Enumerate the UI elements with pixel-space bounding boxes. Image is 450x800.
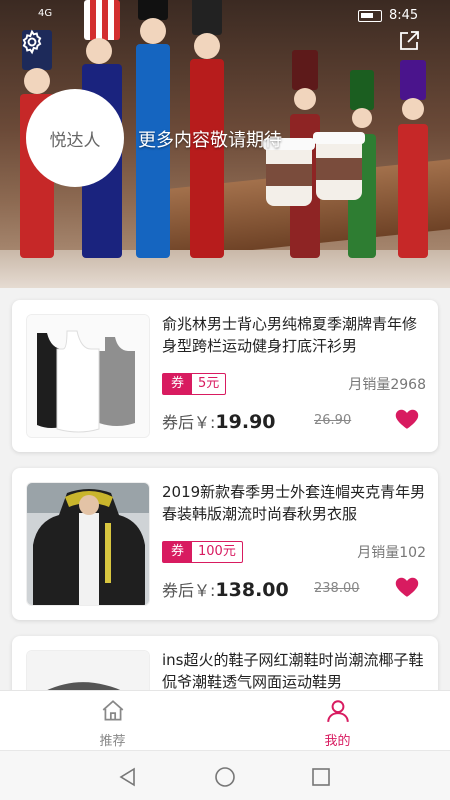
favorite-heart-icon[interactable]	[394, 574, 420, 600]
home-icon	[102, 700, 123, 721]
monthly-sales: 月销量2968	[348, 377, 426, 393]
battery-icon	[358, 10, 382, 22]
tab-label: 推荐	[99, 734, 126, 749]
product-title[interactable]: 2019新款春季男士外套连帽夹克青年男春装韩版潮流时尚春秋男衣服	[162, 481, 428, 525]
favorite-heart-icon[interactable]	[394, 406, 420, 432]
coupon-tag: 券	[163, 374, 193, 394]
price-prefix: 券后￥:	[162, 413, 216, 432]
price-value: 19.90	[215, 411, 276, 433]
coupon-value: 5元	[198, 376, 220, 391]
gear-icon	[22, 29, 42, 55]
coupon-price: 券后￥:19.90	[162, 409, 276, 433]
original-price: 26.90	[314, 413, 352, 428]
coffee-cup	[263, 138, 315, 206]
product-image[interactable]	[26, 482, 150, 606]
back-icon[interactable]	[116, 765, 140, 789]
avatar-nickname: 悦达人	[49, 130, 101, 151]
signal-indicator: 4G	[38, 8, 53, 19]
share-button[interactable]	[397, 29, 423, 55]
jacket-image	[27, 483, 149, 605]
recents-icon[interactable]	[309, 765, 333, 789]
price-prefix: 券后￥:	[162, 581, 216, 600]
product-image[interactable]	[26, 314, 150, 438]
product-card[interactable]: 俞兆林男士背心男纯棉夏季潮牌青年修身型跨栏运动健身打底汗衫男 券 5元 月销量2…	[12, 300, 438, 452]
home-circle-icon[interactable]	[213, 765, 237, 789]
status-time: 8:45	[389, 8, 419, 23]
status-bar: 4G 8:45	[0, 6, 450, 26]
banner-caption: 更多内容敬请期待	[138, 130, 282, 151]
monthly-sales: 月销量102	[357, 545, 426, 561]
tab-mine[interactable]: 我的	[225, 691, 450, 751]
coupon-badge: 券 5元	[162, 373, 227, 395]
original-price: 238.00	[314, 581, 360, 596]
nutcracker-figure	[398, 60, 428, 258]
tab-label: 我的	[324, 734, 351, 749]
banner-floor	[0, 250, 450, 288]
tank-top-image	[27, 315, 149, 437]
share-icon	[400, 31, 419, 50]
system-navigation-bar	[0, 750, 450, 800]
coupon-tag: 券	[163, 542, 193, 562]
settings-button[interactable]	[19, 29, 45, 55]
coffee-cup	[313, 132, 365, 200]
product-title[interactable]: ins超火的鞋子网红潮鞋时尚潮流椰子鞋侃爷潮鞋透气网面运动鞋男	[162, 649, 428, 693]
coupon-value: 100元	[198, 544, 236, 559]
tab-recommend[interactable]: 推荐	[0, 691, 225, 751]
coupon-price: 券后￥:138.00	[162, 577, 289, 601]
price-value: 138.00	[215, 579, 289, 601]
person-icon	[326, 700, 349, 722]
product-title[interactable]: 俞兆林男士背心男纯棉夏季潮牌青年修身型跨栏运动健身打底汗衫男	[162, 313, 428, 357]
product-card[interactable]: 2019新款春季男士外套连帽夹克青年男春装韩版潮流时尚春秋男衣服 券 100元 …	[12, 468, 438, 620]
user-avatar[interactable]: 悦达人	[26, 89, 124, 187]
bottom-tab-bar: 推荐 我的	[0, 690, 450, 750]
coupon-badge: 券 100元	[162, 541, 243, 563]
